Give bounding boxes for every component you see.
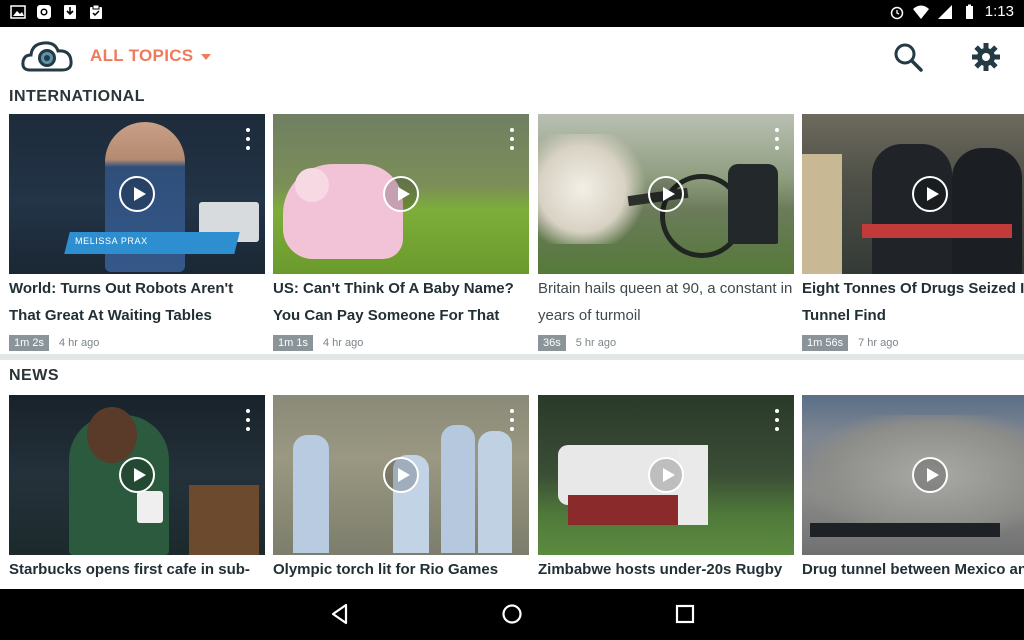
more-options-icon[interactable] <box>245 128 251 158</box>
app-logo-icon[interactable] <box>20 36 74 76</box>
more-options-icon[interactable] <box>509 409 515 439</box>
video-meta: 36s 5 hr ago <box>538 335 616 351</box>
video-thumbnail[interactable] <box>538 114 794 274</box>
video-thumbnail[interactable] <box>273 114 529 274</box>
recents-icon[interactable] <box>672 601 698 627</box>
instagram-icon <box>37 5 51 19</box>
more-options-icon[interactable] <box>245 409 251 439</box>
duration-badge: 1m 56s <box>802 335 849 351</box>
video-title[interactable]: Zimbabwe hosts under-20s Rugby World Cup <box>538 556 794 589</box>
video-title[interactable]: Britain hails queen at 90, a constant in… <box>538 275 794 329</box>
video-thumbnail[interactable] <box>538 395 794 555</box>
duration-badge: 36s <box>538 335 566 351</box>
play-icon[interactable] <box>912 176 948 212</box>
duration-badge: 1m 2s <box>9 335 49 351</box>
section-title: NEWS <box>9 367 59 384</box>
play-icon[interactable] <box>648 457 684 493</box>
gallery-icon <box>10 5 26 19</box>
caret-down-icon <box>201 54 212 60</box>
play-icon[interactable] <box>648 176 684 212</box>
time-ago: 4 hr ago <box>322 337 364 349</box>
video-title[interactable]: World: Turns Out Robots Aren't That Grea… <box>9 275 265 329</box>
video-meta: 1m 2s 4 hr ago <box>9 335 99 351</box>
duration-badge: 1m 1s <box>273 335 313 351</box>
video-title[interactable]: Starbucks opens first cafe in sub-Sahara… <box>9 556 265 589</box>
video-meta: 1m 56s 7 hr ago <box>802 335 898 351</box>
video-thumbnail[interactable] <box>273 395 529 555</box>
time-ago: 4 hr ago <box>58 337 100 349</box>
app-bar: ALL TOPICS <box>0 27 1024 86</box>
home-icon[interactable] <box>499 601 525 627</box>
video-thumbnail[interactable] <box>802 395 1024 555</box>
video-meta: 1m 1s 4 hr ago <box>273 335 363 351</box>
signal-icon <box>937 4 952 19</box>
more-options-icon[interactable] <box>774 128 780 158</box>
search-icon[interactable] <box>892 41 924 73</box>
name-overlay: MELISSA PRAX <box>75 236 148 246</box>
all-topics-dropdown[interactable]: ALL TOPICS <box>90 46 212 66</box>
alarm-icon <box>890 6 904 19</box>
navigation-bar <box>0 589 1024 640</box>
more-options-icon[interactable] <box>774 409 780 439</box>
video-title[interactable]: Olympic torch lit for Rio Games <box>273 556 529 583</box>
status-bar: 1:13 <box>0 0 1024 27</box>
time-ago: 5 hr ago <box>575 337 617 349</box>
play-icon[interactable] <box>383 176 419 212</box>
video-thumbnail[interactable]: MELISSA PRAX <box>9 114 265 274</box>
status-time: 1:13 <box>984 3 1014 20</box>
gear-icon[interactable] <box>970 41 1002 73</box>
video-title[interactable]: Eight Tonnes Of Drugs Seized In Tunnel F… <box>802 275 1024 329</box>
section-news: NEWS Starbucks opens first cafe in sub-S… <box>0 360 1024 589</box>
more-options-icon[interactable] <box>509 128 515 158</box>
play-icon[interactable] <box>119 176 155 212</box>
back-icon[interactable] <box>327 601 353 627</box>
topics-label: ALL TOPICS <box>90 46 194 65</box>
download-icon <box>64 5 76 19</box>
video-title[interactable]: Drug tunnel between Mexico and USA <box>802 556 1024 589</box>
play-icon[interactable] <box>912 457 948 493</box>
clipboard-icon <box>90 4 102 19</box>
wifi-icon <box>912 5 929 19</box>
time-ago: 7 hr ago <box>858 337 899 349</box>
video-thumbnail[interactable] <box>9 395 265 555</box>
section-international: INTERNATIONAL MELISSA PRAX World: Turns … <box>0 86 1024 354</box>
play-icon[interactable] <box>119 457 155 493</box>
section-title: INTERNATIONAL <box>9 88 145 105</box>
video-thumbnail[interactable] <box>802 114 1024 274</box>
battery-icon <box>965 4 973 19</box>
play-icon[interactable] <box>383 457 419 493</box>
